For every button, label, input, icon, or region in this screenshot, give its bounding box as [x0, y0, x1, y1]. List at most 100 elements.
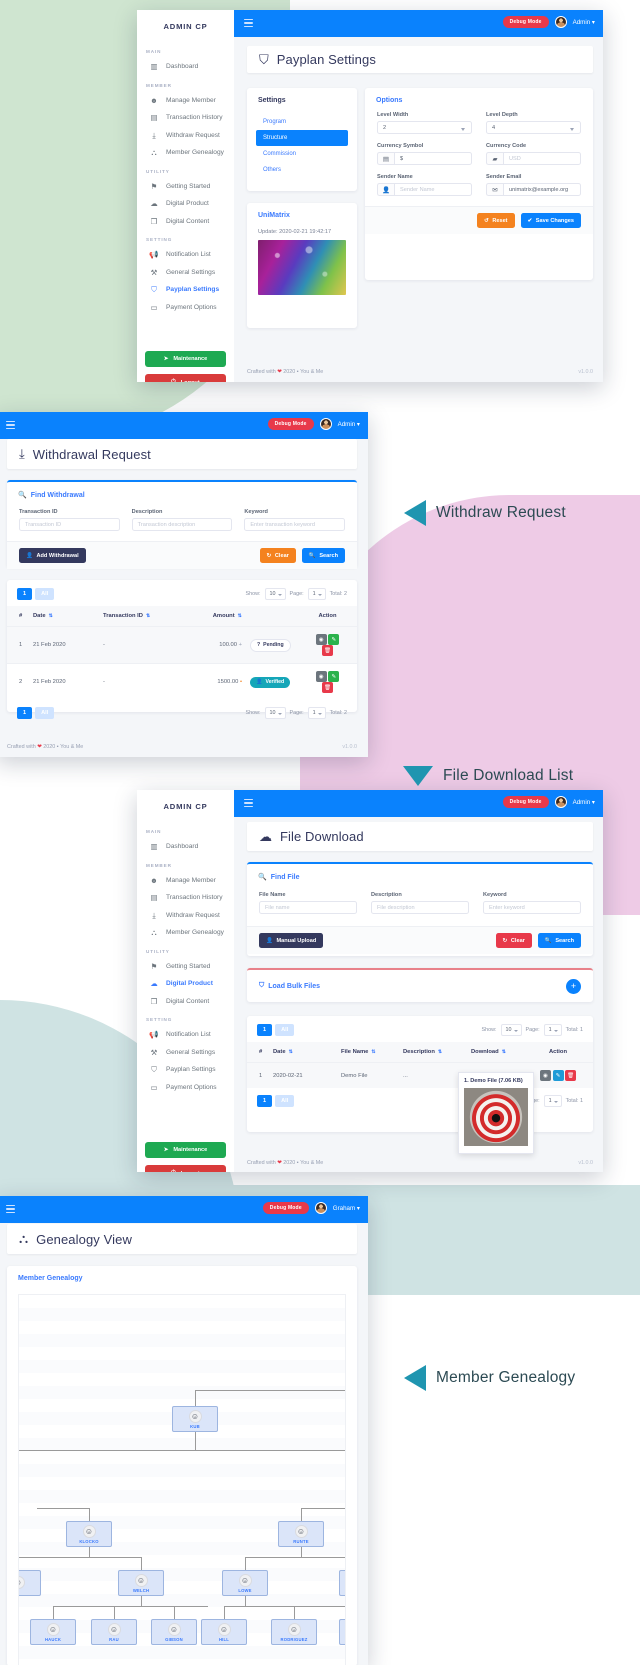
tree-node-runte[interactable]: ☺ RUNTE: [278, 1521, 324, 1547]
edit-icon[interactable]: ✎: [328, 634, 340, 645]
file-keyword-input[interactable]: Enter keyword: [483, 901, 581, 914]
sidebar-item-digital-content[interactable]: ❐ Digital Content: [137, 213, 234, 231]
tree-node-l3-0[interactable]: ☺: [19, 1570, 41, 1596]
eye-icon[interactable]: ◉: [539, 1070, 551, 1081]
sidebar-item-notification-list[interactable]: 📢 Notification List: [137, 1026, 234, 1044]
genealogy-tree-canvas[interactable]: ☺ KUB ☺ KLOCKO ☺ RUNTE ☺ ☺ WELCH: [18, 1294, 346, 1665]
user-menu[interactable]: Admin ▾: [573, 19, 595, 26]
sidebar-item-transaction-history[interactable]: ▤ Transaction History: [137, 109, 234, 127]
sidebar-item-withdraw-request[interactable]: ⤓ Withdraw Request: [137, 127, 234, 145]
sidebar-item-general-settings[interactable]: ⚒ General Settings: [137, 1044, 234, 1062]
user-menu[interactable]: Admin ▾: [573, 799, 595, 806]
search-button[interactable]: 🔍 Search: [537, 933, 581, 948]
menu-toggle-icon[interactable]: [244, 799, 253, 809]
sidebar-item-payment-options[interactable]: ▭ Payment Options: [137, 299, 234, 317]
page-all-button[interactable]: All: [275, 1024, 295, 1036]
tree-node-root[interactable]: ☺ KUB: [172, 1406, 218, 1432]
tree-node-klocko[interactable]: ☺ KLOCKO: [66, 1521, 112, 1547]
search-button[interactable]: 🔍 Search: [301, 548, 345, 563]
page-select[interactable]: 1: [307, 707, 326, 719]
sidebar-item-transaction-history[interactable]: ▤ Transaction History: [137, 889, 234, 907]
edit-icon[interactable]: ✎: [328, 671, 340, 682]
menu-toggle-icon[interactable]: [6, 1205, 15, 1215]
edit-icon[interactable]: ✎: [552, 1070, 564, 1081]
page-select[interactable]: 1: [307, 588, 326, 600]
page-all-button[interactable]: All: [35, 588, 55, 600]
page-select[interactable]: 1: [543, 1024, 562, 1036]
logout-button[interactable]: ⏻ Logout: [145, 1165, 226, 1172]
page-select[interactable]: 1: [543, 1095, 562, 1107]
transaction-id-input[interactable]: Transaction ID: [19, 518, 120, 531]
sidebar-item-general-settings[interactable]: ⚒ General Settings: [137, 264, 234, 282]
sort-icon[interactable]: ⇅: [49, 613, 53, 619]
sidebar-item-getting-started[interactable]: ⚑ Getting Started: [137, 958, 234, 976]
trash-icon[interactable]: 🗑: [565, 1070, 577, 1081]
clear-button[interactable]: ↻ Clear: [259, 548, 296, 563]
sidebar-item-payplan-settings[interactable]: ⛉ Payplan Settings: [137, 281, 234, 299]
clear-button[interactable]: ↻ Clear: [495, 933, 532, 948]
show-count-select[interactable]: 10: [264, 707, 286, 719]
tree-node-l3-3[interactable]: ☺: [339, 1570, 345, 1596]
sidebar-item-manage-member[interactable]: ☻ Manage Member: [137, 872, 234, 890]
tree-node-rau[interactable]: ☺ RAU: [91, 1619, 137, 1645]
page-1-button[interactable]: 1: [257, 1095, 273, 1107]
level-width-select[interactable]: 2: [377, 121, 472, 134]
trash-icon[interactable]: 🗑: [322, 645, 333, 656]
sidebar-item-dashboard[interactable]: ▥ Dashboard: [137, 838, 234, 856]
page-1-button[interactable]: 1: [17, 707, 33, 719]
sort-icon[interactable]: ⇅: [502, 1049, 506, 1055]
sender-email-input[interactable]: unimatrix@example.org: [503, 183, 581, 196]
sidebar-item-notification-list[interactable]: 📢 Notification List: [137, 246, 234, 264]
tree-node-hauck[interactable]: ☺ HAUCK: [30, 1619, 76, 1645]
plus-icon[interactable]: +: [566, 978, 581, 994]
sort-icon[interactable]: ⇅: [289, 1049, 293, 1055]
sidebar-item-member-genealogy[interactable]: ⛬ Member Genealogy: [137, 144, 234, 162]
sidebar-item-digital-product[interactable]: ☁ Digital Product: [137, 195, 234, 213]
tree-node-l4-5[interactable]: ☺: [339, 1619, 345, 1645]
user-menu[interactable]: Graham ▾: [333, 1205, 360, 1212]
show-count-select[interactable]: 10: [264, 588, 286, 600]
page-1-button[interactable]: 1: [17, 588, 33, 600]
sort-icon[interactable]: ⇅: [438, 1049, 442, 1055]
sidebar-item-digital-content[interactable]: ❐ Digital Content: [137, 993, 234, 1011]
tree-node-hill[interactable]: ☺ HILL: [201, 1619, 247, 1645]
sort-icon[interactable]: ⇅: [238, 613, 242, 619]
settings-link-commission[interactable]: Commission: [256, 146, 348, 162]
sidebar-item-manage-member[interactable]: ☻ Manage Member: [137, 92, 234, 110]
file-description-input[interactable]: File description: [371, 901, 469, 914]
reset-button[interactable]: ↺ Reset: [477, 213, 515, 228]
tree-node-welch[interactable]: ☺ WELCH: [118, 1570, 164, 1596]
show-count-select[interactable]: 10: [500, 1024, 522, 1036]
sidebar-item-withdraw-request[interactable]: ⤓ Withdraw Request: [137, 907, 234, 925]
page-1-button[interactable]: 1: [257, 1024, 273, 1036]
sidebar-item-payment-options[interactable]: ▭ Payment Options: [137, 1079, 234, 1097]
keyword-input[interactable]: Enter transaction keyword: [244, 518, 345, 531]
page-all-button[interactable]: All: [35, 707, 55, 719]
settings-link-structure[interactable]: Structure: [256, 130, 348, 146]
currency-symbol-input[interactable]: $: [394, 152, 472, 165]
settings-link-program[interactable]: Program: [256, 114, 348, 130]
maintenance-button[interactable]: ➤ Maintenance: [145, 1142, 226, 1158]
trash-icon[interactable]: 🗑: [322, 682, 333, 693]
eye-icon[interactable]: ◉: [315, 671, 327, 682]
logout-button[interactable]: ⏻ Logout: [145, 374, 226, 382]
maintenance-button[interactable]: ➤ Maintenance: [145, 351, 226, 367]
description-input[interactable]: Transaction description: [131, 518, 233, 531]
tree-node-gibson[interactable]: ☺ GIBSON: [151, 1619, 197, 1645]
save-changes-button[interactable]: ✔ Save Changes: [520, 213, 581, 228]
sort-icon[interactable]: ⇅: [371, 1049, 375, 1055]
page-all-button[interactable]: All: [275, 1095, 295, 1107]
eye-icon[interactable]: ◉: [315, 634, 327, 645]
sidebar-item-dashboard[interactable]: ▥ Dashboard: [137, 58, 234, 76]
currency-code-input[interactable]: USD: [503, 152, 581, 165]
add-withdrawal-button[interactable]: 👤 Add Withdrawal: [19, 548, 86, 563]
sender-name-input[interactable]: Sender Name: [394, 183, 472, 196]
sidebar-item-getting-started[interactable]: ⚑ Getting Started: [137, 178, 234, 196]
sort-icon[interactable]: ⇅: [146, 613, 150, 619]
sidebar-item-member-genealogy[interactable]: ⛬ Member Genealogy: [137, 924, 234, 942]
level-depth-select[interactable]: 4: [486, 121, 581, 134]
settings-link-others[interactable]: Others: [256, 162, 348, 178]
tree-node-rodriguez[interactable]: ☺ RODRIGUEZ: [271, 1619, 317, 1645]
manual-upload-button[interactable]: 👤 Manual Upload: [259, 933, 324, 948]
sidebar-item-payplan-settings[interactable]: ⛉ Payplan Settings: [137, 1061, 234, 1079]
